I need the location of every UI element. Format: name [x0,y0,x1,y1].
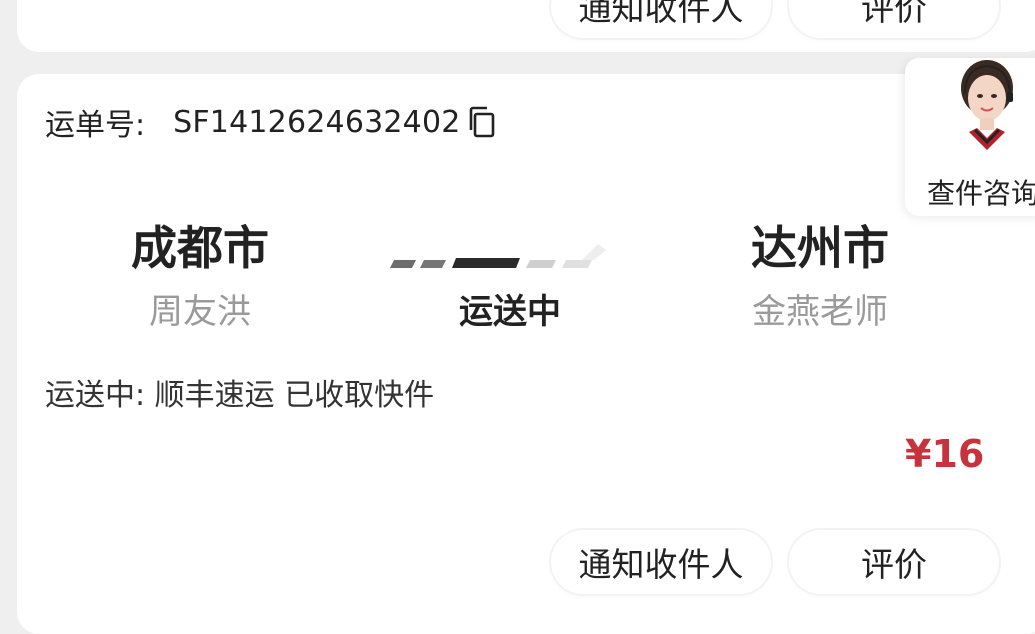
copy-icon[interactable] [467,105,497,139]
waybill-row: 运单号: SF1412624632402 [45,100,497,144]
waybill-label: 运单号: [45,108,146,143]
recipient-name: 金燕老师 [752,292,888,332]
customer-service-widget[interactable]: 查件咨询 [905,58,1035,216]
notify-recipient-button[interactable]: 通知收件人 [551,530,771,594]
sender-name: 周友洪 [149,292,251,332]
origin-city: 成都市 [131,221,269,275]
support-label: 查件咨询 [927,177,1035,210]
customer-service-avatar [935,58,1035,170]
review-button[interactable]: 评价 [789,0,999,38]
notify-recipient-label: 通知收件人 [578,545,744,584]
status-detail: 运送中: 顺丰速运 已收取快件 [45,378,435,413]
review-button[interactable]: 评价 [789,530,999,594]
route-progress-icon [386,238,626,272]
destination-city: 达州市 [751,221,889,275]
review-label: 评价 [861,545,927,584]
price: ¥16 [905,432,985,476]
shipping-status: 运送中 [459,292,561,332]
notify-recipient-label: 通知收件人 [578,0,744,28]
order-card-previous: 通知收件人 评价 [17,0,1035,52]
review-label: 评价 [861,0,927,28]
waybill-number: SF1412624632402 [173,104,461,140]
notify-recipient-button[interactable]: 通知收件人 [551,0,771,38]
